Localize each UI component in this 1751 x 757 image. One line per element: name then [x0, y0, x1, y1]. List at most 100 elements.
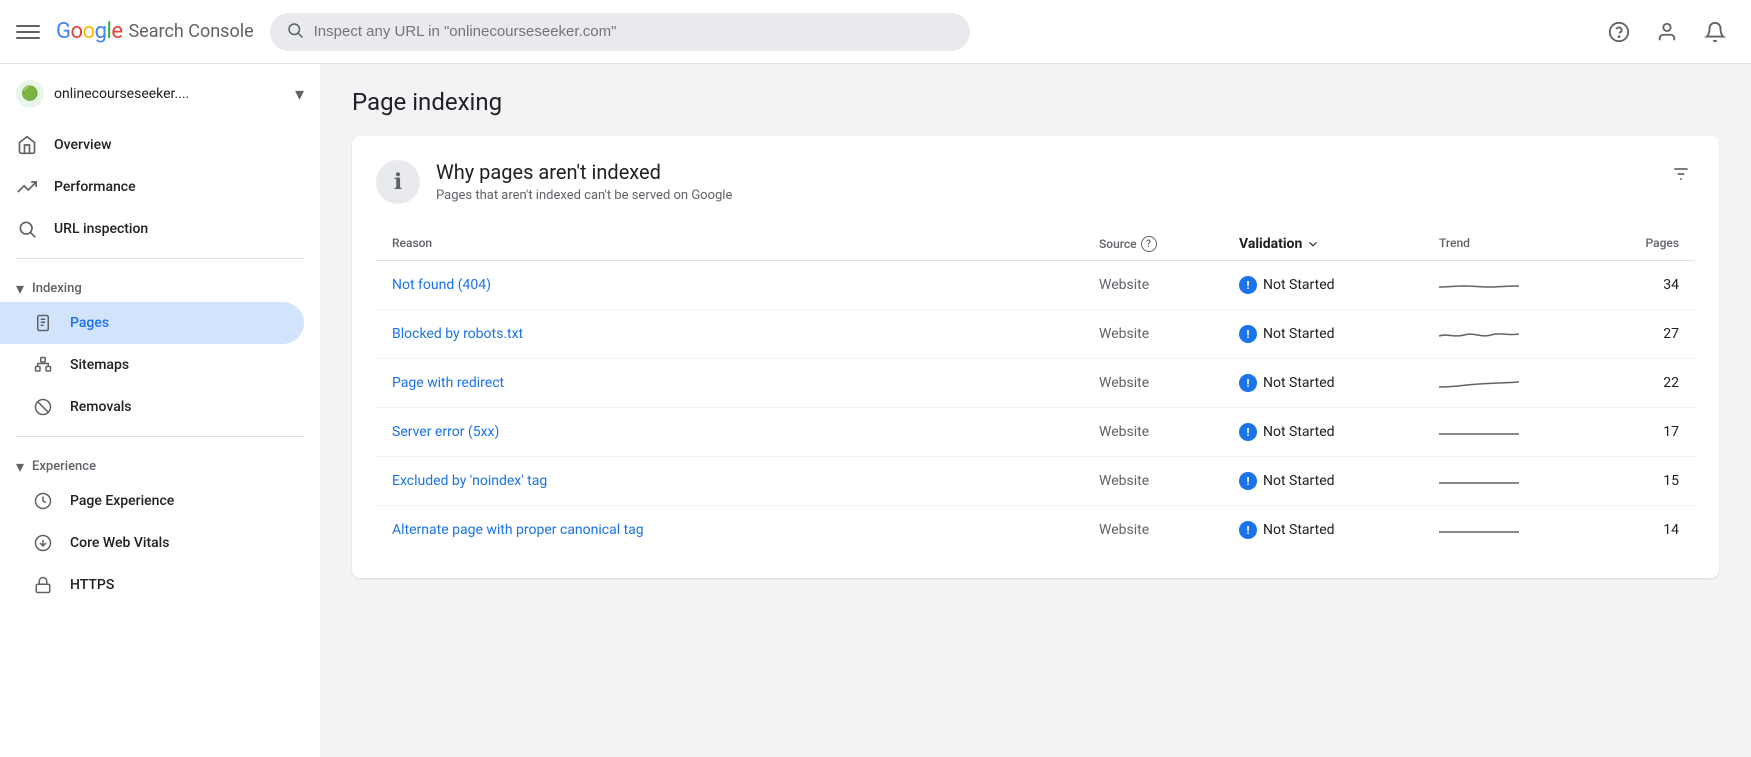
nav-divider-1 [16, 258, 304, 259]
row-reason: Not found (404) [392, 277, 1099, 293]
sidebar-item-url-inspection[interactable]: URL inspection [0, 208, 304, 250]
row-source: Website [1099, 375, 1239, 391]
col-reason-header: Reason [392, 236, 1099, 252]
col-validation-header[interactable]: Validation [1239, 236, 1439, 252]
property-selector[interactable]: 🟢 onlinecourseseeker.... ▾ [0, 72, 320, 124]
property-favicon: 🟢 [16, 80, 44, 108]
sidebar-item-performance[interactable]: Performance [0, 166, 304, 208]
validation-status: Not Started [1263, 277, 1335, 293]
sidebar-item-https[interactable]: HTTPS [0, 564, 304, 606]
row-reason: Excluded by 'noindex' tag [392, 473, 1099, 489]
home-icon [16, 134, 38, 156]
removals-icon [32, 396, 54, 418]
sidebar-item-sitemaps-label: Sitemaps [70, 357, 129, 373]
property-chevron-icon: ▾ [295, 84, 304, 105]
sidebar-item-overview[interactable]: Overview [0, 124, 304, 166]
validation-dot-icon: ! [1239, 521, 1257, 539]
row-source: Website [1099, 473, 1239, 489]
nav-divider-2 [16, 436, 304, 437]
google-wordmark: Google [56, 19, 122, 44]
validation-dot-icon: ! [1239, 374, 1257, 392]
row-pages: 22 [1599, 375, 1679, 391]
row-trend [1439, 273, 1599, 297]
row-pages: 14 [1599, 522, 1679, 538]
search-icon [286, 21, 304, 43]
row-reason: Server error (5xx) [392, 424, 1099, 440]
card-header-text: Why pages aren't indexed Pages that aren… [436, 160, 732, 203]
validation-dot-icon: ! [1239, 276, 1257, 294]
sidebar-item-overview-label: Overview [54, 137, 111, 153]
table-header: Reason Source ? Validation Trend Pages [376, 228, 1695, 261]
source-help-icon[interactable]: ? [1141, 236, 1157, 252]
row-source: Website [1099, 326, 1239, 342]
filter-icon[interactable] [1667, 160, 1695, 193]
indexing-table: Reason Source ? Validation Trend Pages [376, 228, 1695, 554]
validation-dot-icon: ! [1239, 325, 1257, 343]
validation-dot-icon: ! [1239, 423, 1257, 441]
table-row[interactable]: Page with redirect Website ! Not Started… [376, 359, 1695, 408]
table-row[interactable]: Alternate page with proper canonical tag… [376, 506, 1695, 554]
account-button[interactable] [1647, 12, 1687, 52]
col-pages-header: Pages [1599, 236, 1679, 252]
indexing-chevron-icon: ▾ [16, 279, 24, 298]
logo: Google Search Console [56, 19, 254, 44]
search-input[interactable] [314, 23, 954, 40]
validation-dot-icon: ! [1239, 472, 1257, 490]
row-validation: ! Not Started [1239, 521, 1439, 539]
sidebar-item-url-inspection-label: URL inspection [54, 221, 148, 237]
sidebar-item-sitemaps[interactable]: Sitemaps [0, 344, 304, 386]
topbar-right [1599, 12, 1735, 52]
sidebar-item-page-experience[interactable]: Page Experience [0, 480, 304, 522]
card-header: ℹ Why pages aren't indexed Pages that ar… [376, 160, 1695, 204]
experience-section-header[interactable]: ▾ Experience [0, 445, 320, 480]
row-reason: Blocked by robots.txt [392, 326, 1099, 342]
sidebar-item-core-web-vitals[interactable]: Core Web Vitals [0, 522, 304, 564]
row-trend [1439, 371, 1599, 395]
row-pages: 17 [1599, 424, 1679, 440]
row-trend [1439, 420, 1599, 444]
help-button[interactable] [1599, 12, 1639, 52]
row-source: Website [1099, 277, 1239, 293]
sidebar: 🟢 onlinecourseseeker.... ▾ Overview [0, 64, 320, 757]
sidebar-item-https-label: HTTPS [70, 577, 114, 593]
row-trend [1439, 518, 1599, 542]
notification-button[interactable] [1695, 12, 1735, 52]
main-layout: 🟢 onlinecourseseeker.... ▾ Overview [0, 64, 1751, 757]
row-validation: ! Not Started [1239, 325, 1439, 343]
validation-status: Not Started [1263, 473, 1335, 489]
col-source-header[interactable]: Source ? [1099, 236, 1239, 252]
sidebar-item-core-web-vitals-label: Core Web Vitals [70, 535, 169, 551]
core-web-vitals-icon [32, 532, 54, 554]
sitemaps-icon [32, 354, 54, 376]
product-name: Search Console [128, 21, 253, 42]
page-title: Page indexing [352, 88, 1719, 116]
trending-up-icon [16, 176, 38, 198]
sidebar-item-removals[interactable]: Removals [0, 386, 304, 428]
search-bar[interactable] [270, 13, 970, 51]
row-pages: 34 [1599, 277, 1679, 293]
sidebar-item-pages[interactable]: Pages [0, 302, 304, 344]
info-icon: ℹ [376, 160, 420, 204]
row-validation: ! Not Started [1239, 472, 1439, 490]
table-row[interactable]: Blocked by robots.txt Website ! Not Star… [376, 310, 1695, 359]
table-row[interactable]: Not found (404) Website ! Not Started 34 [376, 261, 1695, 310]
page-experience-icon [32, 490, 54, 512]
row-validation: ! Not Started [1239, 423, 1439, 441]
indexing-section-header[interactable]: ▾ Indexing [0, 267, 320, 302]
lock-icon [32, 574, 54, 596]
validation-status: Not Started [1263, 522, 1335, 538]
menu-icon[interactable] [16, 20, 40, 44]
validation-status: Not Started [1263, 375, 1335, 391]
table-row[interactable]: Server error (5xx) Website ! Not Started… [376, 408, 1695, 457]
row-trend [1439, 322, 1599, 346]
card-heading: Why pages aren't indexed [436, 160, 732, 184]
col-trend-header: Trend [1439, 236, 1599, 252]
table-row[interactable]: Excluded by 'noindex' tag Website ! Not … [376, 457, 1695, 506]
row-reason: Alternate page with proper canonical tag [392, 522, 1099, 538]
sidebar-item-page-experience-label: Page Experience [70, 493, 174, 509]
sidebar-item-pages-label: Pages [70, 315, 109, 331]
topbar: Google Search Console [0, 0, 1751, 64]
indexing-section-label: Indexing [32, 281, 82, 296]
validation-status: Not Started [1263, 424, 1335, 440]
row-pages: 27 [1599, 326, 1679, 342]
